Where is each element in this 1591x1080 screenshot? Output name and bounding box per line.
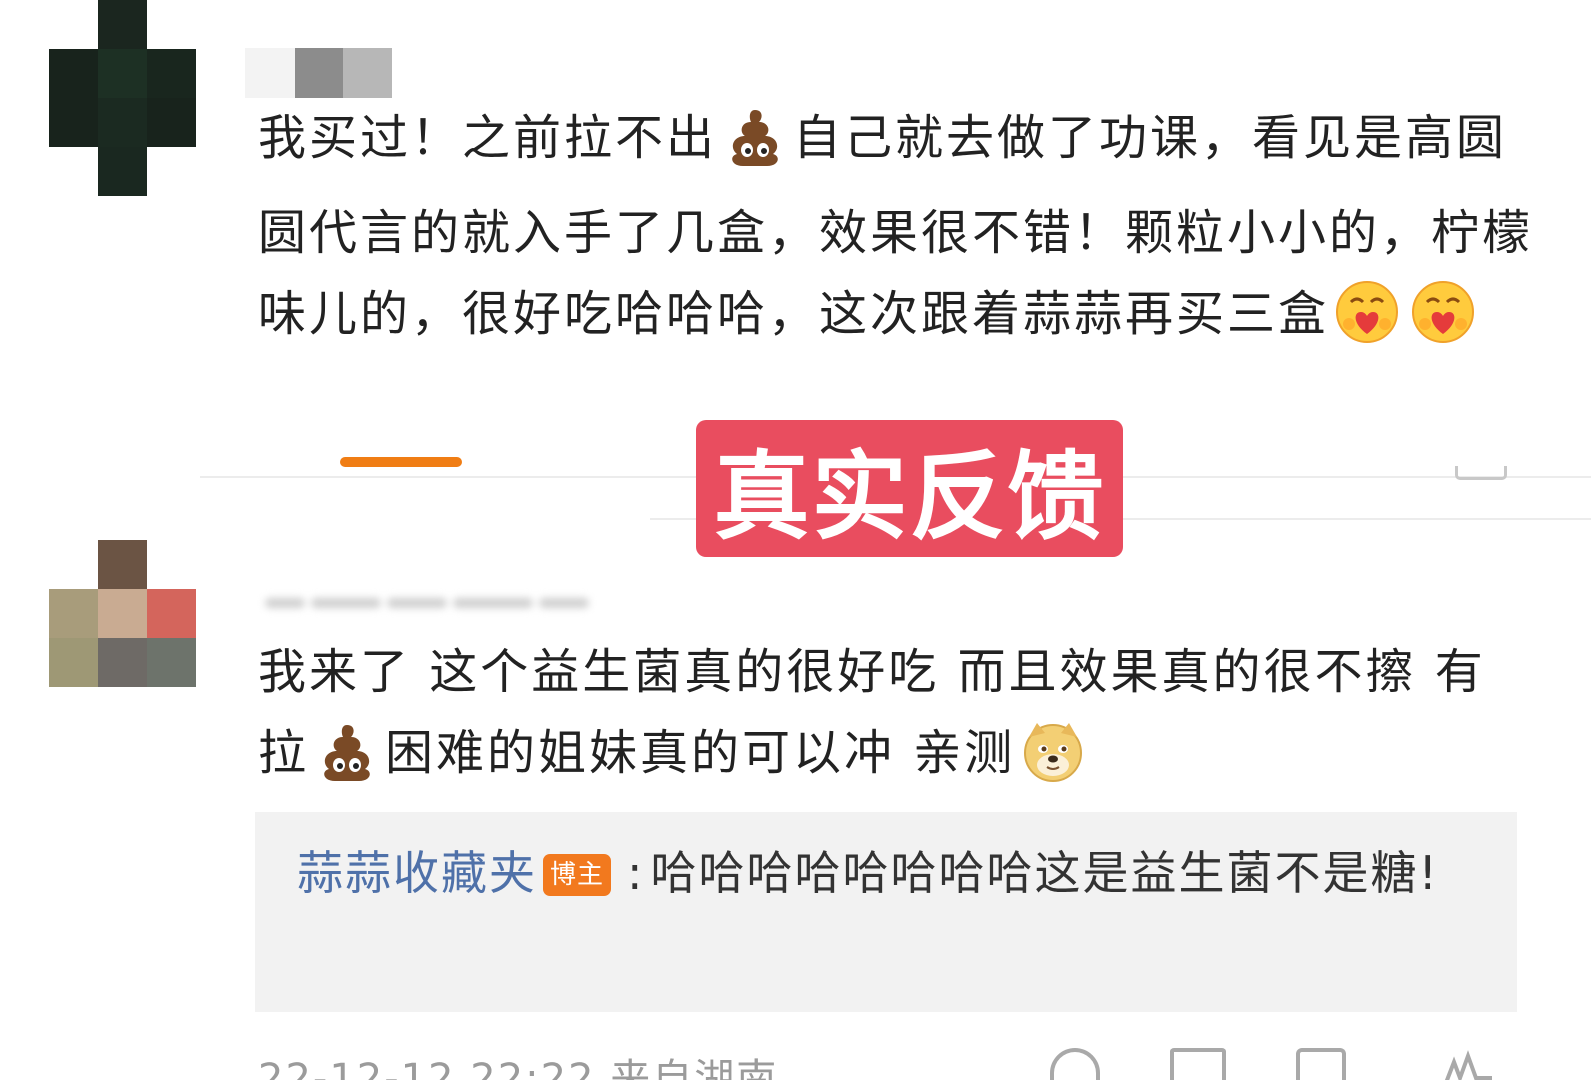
commenter-avatar[interactable] [49, 540, 196, 736]
reply-text: 哈哈哈哈哈哈哈哈这是益生菌不是糖! [650, 846, 1439, 900]
avatar-pixel [49, 147, 98, 196]
username-blurred[interactable] [245, 48, 392, 98]
avatar-pixel [49, 589, 98, 638]
comment-meta: 22-12-12 22:22 来自湖南 [258, 1056, 779, 1080]
comment-text-segment: 困难的姐妹真的可以冲 亲测 [385, 725, 1016, 781]
avatar-pixel [147, 49, 196, 98]
avatar-pixel [98, 0, 147, 49]
username-fragment [387, 598, 447, 608]
avatar-pixel [98, 98, 147, 147]
avatar-pixel [147, 147, 196, 196]
username-fragment [343, 48, 392, 98]
reply-box[interactable]: 蒜蒜收藏夹 博主: 哈哈哈哈哈哈哈哈这是益生菌不是糖! [255, 812, 1517, 1012]
tray-icon[interactable] [1455, 466, 1507, 480]
avatar-pixel [147, 0, 196, 49]
avatar-pixel [98, 49, 147, 98]
avatar-pixel [98, 589, 147, 638]
comment-text: 我来了 这个益生菌真的很好吃 而且效果真的很不擦 有拉 困难的姐妹真的可以冲 亲测 [258, 632, 1533, 808]
avatar-pixel [147, 98, 196, 147]
reply-author-link[interactable]: 蒜蒜收藏夹 [297, 846, 537, 900]
username-fragment [295, 48, 343, 98]
username-fragment [311, 598, 381, 608]
poop-emoji [723, 104, 787, 193]
comment-text-segment: 我买过！之前拉不出 [258, 110, 718, 166]
avatar-pixel [49, 0, 98, 49]
avatar-pixel [49, 638, 98, 687]
poop-emoji [315, 719, 379, 808]
commenter-avatar[interactable] [49, 0, 196, 196]
comment-icon[interactable] [1170, 1048, 1226, 1080]
avatar-pixel [49, 98, 98, 147]
username-fragment [265, 598, 305, 608]
avatar-pixel [147, 540, 196, 589]
heart-hug-emoji [1335, 280, 1399, 369]
like-icon[interactable] [1440, 1048, 1496, 1080]
overlay-banner: 真实反馈 [696, 420, 1123, 557]
avatar-pixel [98, 638, 147, 687]
avatar-pixel [147, 638, 196, 687]
username-fragment [245, 48, 295, 98]
avatar-pixel [98, 147, 147, 196]
avatar-pixel [49, 687, 98, 736]
reply-separator: : [627, 846, 645, 900]
username-blurred[interactable] [265, 588, 589, 618]
tab-indicator [340, 457, 462, 467]
username-fragment [539, 598, 589, 608]
username-fragment [453, 598, 533, 608]
repost-icon[interactable] [1296, 1048, 1346, 1080]
avatar-pixel [49, 540, 98, 589]
heart-hug-emoji [1411, 280, 1475, 369]
avatar-pixel [98, 687, 147, 736]
avatar-pixel [147, 687, 196, 736]
comment-text: 我买过！之前拉不出 自己就去做了功课，看见是高圆圆代言的就入手了几盒，效果很不错！… [258, 98, 1533, 369]
reply-content: 蒜蒜收藏夹 博主: 哈哈哈哈哈哈哈哈这是益生菌不是糖! [297, 834, 1477, 912]
avatar-pixel [49, 49, 98, 98]
doge-emoji [1021, 719, 1085, 808]
blogger-badge: 博主 [543, 854, 612, 896]
share-icon[interactable] [1050, 1048, 1100, 1080]
avatar-pixel [98, 540, 147, 589]
avatar-pixel [147, 589, 196, 638]
